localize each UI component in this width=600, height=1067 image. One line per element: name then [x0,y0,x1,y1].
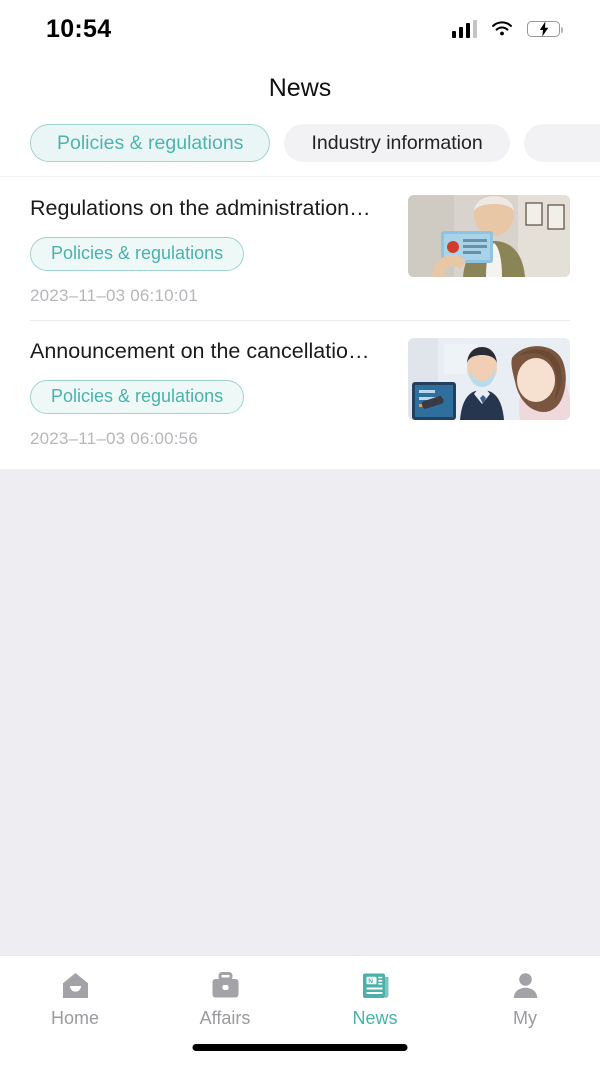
navigation-bar: News [0,58,600,118]
category-tab-policies-regulations[interactable]: Policies & regulations [30,124,271,162]
battery-charging-icon [527,21,564,37]
category-tab-scroller[interactable]: Policies & regulations Industry informat… [0,124,600,162]
news-item-thumbnail-officer-serving-citizen[interactable] [408,337,570,420]
news-item-date: 2023–11–03 06:10:01 [30,285,198,305]
svg-text:N: N [368,978,373,985]
news-list-item[interactable]: Announcement on the cancellatio… Policie… [0,319,600,463]
cellular-signal-icon [451,20,477,38]
bottom-nav-label: My [513,1008,537,1028]
wifi-icon [490,20,514,38]
category-tab-bar[interactable]: Policies & regulations Industry informat… [0,118,600,177]
news-list-item[interactable]: Regulations on the administration… Polic… [0,177,600,320]
category-tab-partial[interactable] [523,124,600,162]
app-screen: 10:54 News Policies & regulations Indust… [0,0,600,1067]
news-item-text: Announcement on the cancellatio… Policie… [30,338,408,449]
bottom-nav-item-my[interactable]: My [450,970,600,1029]
news-item-thumbnail-man-holding-id-card[interactable] [408,195,570,277]
status-bar-time: 10:54 [46,14,112,43]
news-item-date: 2023–11–03 06:00:56 [30,428,198,448]
news-item-title: Announcement on the cancellatio… [30,338,370,363]
newspaper-icon: N [360,970,391,1001]
home-icon [60,970,91,1001]
briefcase-icon [210,970,241,1001]
status-bar: 10:54 [0,0,600,58]
status-bar-icons [451,20,564,38]
news-item-category-tag: Policies & regulations [30,236,245,271]
bottom-nav-item-news[interactable]: N News [300,970,450,1029]
category-tab-industry-information[interactable]: Industry information [284,124,510,162]
home-indicator [192,1044,408,1051]
bottom-nav-item-home[interactable]: Home [0,970,150,1029]
news-list: Regulations on the administration… Polic… [0,177,600,469]
news-item-category-tag: Policies & regulations [30,379,245,414]
bottom-nav-label: Home [50,1008,99,1028]
bottom-nav-item-affairs[interactable]: Affairs [150,970,300,1029]
bottom-nav-label: News [352,1008,398,1028]
bottom-nav-label: Affairs [199,1008,251,1028]
empty-content-area [0,468,600,955]
page-title: News [268,73,332,102]
person-icon [510,970,541,1001]
news-item-title: Regulations on the administration… [30,196,371,220]
news-item-text: Regulations on the administration… Polic… [30,195,408,306]
